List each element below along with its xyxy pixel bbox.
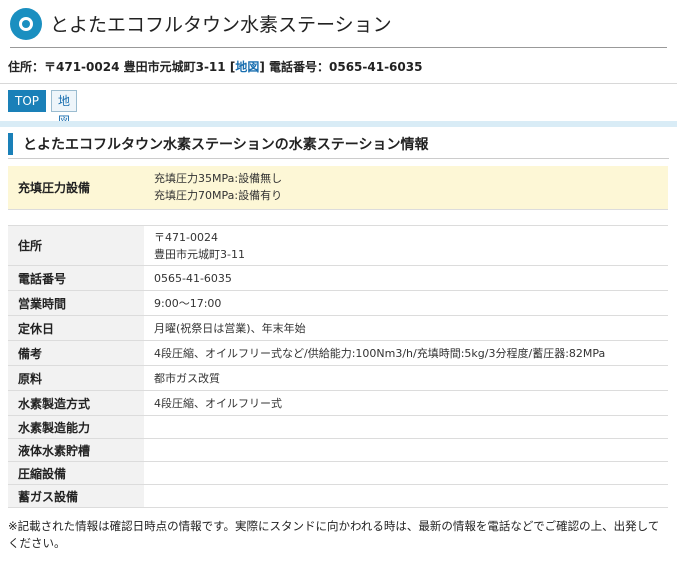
row-value: 9:00～17:00 bbox=[144, 290, 668, 316]
row-label: 電話番号 bbox=[8, 265, 144, 291]
row-value bbox=[144, 415, 668, 439]
header-divider bbox=[10, 47, 667, 48]
row-value: 月曜(祝祭日は営業)、年末年始 bbox=[144, 315, 668, 341]
pressure-label: 充填圧力設備 bbox=[8, 166, 144, 210]
row-value bbox=[144, 438, 668, 462]
table-row: 定休日 月曜(祝祭日は営業)、年末年始 bbox=[8, 315, 668, 341]
row-label: 定休日 bbox=[8, 315, 144, 341]
pressure-value: 充填圧力35MPa:設備無し 充填圧力70MPa:設備有り bbox=[144, 166, 668, 210]
table-row: 圧縮設備 bbox=[8, 461, 668, 485]
row-label: 圧縮設備 bbox=[8, 461, 144, 485]
top-button[interactable]: TOP bbox=[8, 90, 47, 112]
table-row: 充填圧力設備 充填圧力35MPa:設備無し 充填圧力70MPa:設備有り bbox=[8, 166, 668, 210]
row-value: 4段圧縮、オイルフリー式など/供給能力:100Nm3/h/充填時間:5kg/3分… bbox=[144, 340, 668, 366]
table-row: 電話番号 0565-41-6035 bbox=[8, 265, 668, 291]
section-accent-bar bbox=[8, 133, 13, 155]
row-label: 営業時間 bbox=[8, 290, 144, 316]
table-row: 蓄ガス設備 bbox=[8, 484, 668, 508]
station-logo-icon bbox=[10, 8, 42, 40]
row-value: 〒471-0024 豊田市元城町3-11 bbox=[144, 225, 668, 266]
table-row: 備考 4段圧縮、オイルフリー式など/供給能力:100Nm3/h/充填時間:5kg… bbox=[8, 340, 668, 366]
row-label: 蓄ガス設備 bbox=[8, 484, 144, 508]
row-value bbox=[144, 484, 668, 508]
disclaimer-note: ※記載された情報は確認日時点の情報です。実際にスタンドに向かわれる時は、最新の情… bbox=[8, 519, 660, 550]
row-value: 0565-41-6035 bbox=[144, 265, 668, 291]
info-table: 住所 〒471-0024 豊田市元城町3-11 電話番号 0565-41-603… bbox=[8, 225, 668, 508]
row-value bbox=[144, 461, 668, 485]
row-label: 液体水素貯槽 bbox=[8, 438, 144, 462]
page-title: とよたエコフルタウン水素ステーション bbox=[50, 14, 392, 36]
address-map-link[interactable]: 地図 bbox=[235, 60, 259, 74]
table-row: 液体水素貯槽 bbox=[8, 438, 668, 462]
address-prefix: 住所：〒471-0024 豊田市元城町3-11 [ bbox=[8, 60, 236, 74]
row-value: 都市ガス改質 bbox=[144, 365, 668, 391]
street-address: 豊田市元城町3-11 bbox=[154, 247, 245, 261]
map-button[interactable]: 地図 bbox=[51, 90, 78, 128]
section-band bbox=[0, 121, 677, 127]
row-value: 4段圧縮、オイルフリー式 bbox=[144, 390, 668, 416]
pressure-70mpa: 充填圧力70MPa:設備有り bbox=[154, 189, 283, 203]
page-header: とよたエコフルタウン水素ステーション bbox=[0, 0, 677, 52]
row-label: 水素製造方式 bbox=[8, 390, 144, 416]
row-label: 原料 bbox=[8, 365, 144, 391]
row-label: 住所 bbox=[8, 225, 144, 266]
address-suffix: ] 電話番号：0565-41-6035 bbox=[259, 60, 423, 74]
table-row: 原料 都市ガス改質 bbox=[8, 365, 668, 391]
section-title: とよたエコフルタウン水素ステーションの水素ステーション情報 bbox=[23, 137, 429, 153]
pressure-table: 充填圧力設備 充填圧力35MPa:設備無し 充填圧力70MPa:設備有り bbox=[8, 166, 668, 210]
postal-code: 〒471-0024 bbox=[154, 230, 218, 244]
table-row: 水素製造能力 bbox=[8, 415, 668, 439]
table-row: 住所 〒471-0024 豊田市元城町3-11 bbox=[8, 225, 668, 266]
section-header: とよたエコフルタウン水素ステーションの水素ステーション情報 bbox=[8, 129, 669, 159]
address-line: 住所：〒471-0024 豊田市元城町3-11 [地図] 電話番号：0565-4… bbox=[8, 58, 422, 75]
pressure-35mpa: 充填圧力35MPa:設備無し bbox=[154, 172, 283, 186]
table-row: 水素製造方式 4段圧縮、オイルフリー式 bbox=[8, 390, 668, 416]
row-label: 水素製造能力 bbox=[8, 415, 144, 439]
table-row: 営業時間 9:00～17:00 bbox=[8, 290, 668, 316]
row-label: 備考 bbox=[8, 340, 144, 366]
divider bbox=[0, 83, 677, 84]
